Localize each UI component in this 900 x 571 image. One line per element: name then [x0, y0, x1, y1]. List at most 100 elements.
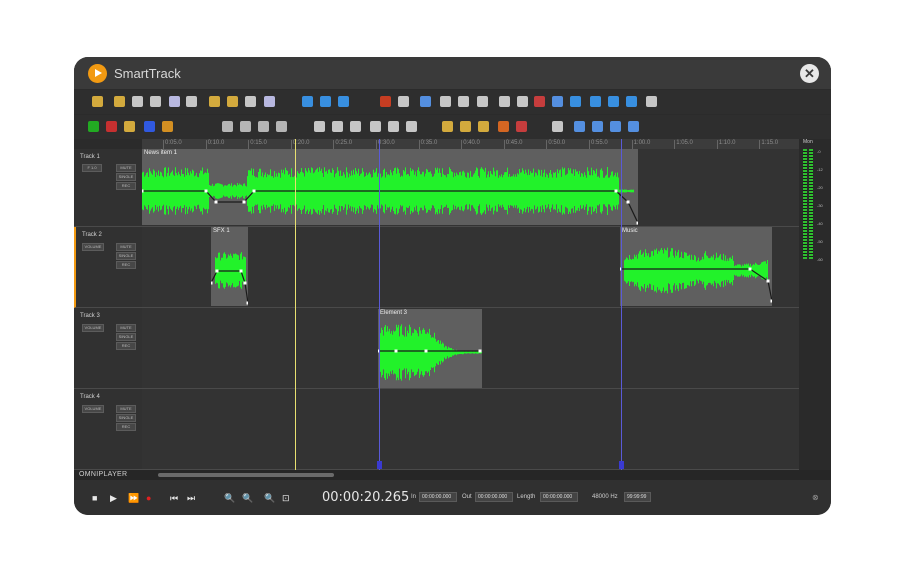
zoom-out-icon[interactable]: 🔍: [242, 493, 253, 503]
toolbar-tool-icon[interactable]: [302, 96, 313, 107]
audio-clip[interactable]: Music: [620, 227, 772, 306]
rec-button[interactable]: REC: [116, 342, 136, 350]
toolbar-tool-icon[interactable]: [314, 121, 325, 132]
toolbar-tool-icon[interactable]: [552, 121, 563, 132]
single-button[interactable]: SINGLE: [116, 414, 136, 422]
toolbar-tool-icon[interactable]: [370, 121, 381, 132]
toolbar-tool-icon[interactable]: [124, 121, 135, 132]
single-button[interactable]: SINGLE: [116, 173, 136, 181]
counter-field[interactable]: 99:99:99: [624, 492, 651, 502]
audio-clip[interactable]: Element 3: [378, 309, 482, 388]
volume-button[interactable]: VOLUME: [82, 243, 104, 251]
mute-button[interactable]: MUTE: [116, 405, 136, 413]
toolbar-tool-icon[interactable]: [420, 96, 431, 107]
toolbar-tool-icon[interactable]: [608, 96, 619, 107]
play-icon[interactable]: ▶: [110, 493, 117, 503]
zoom-in-icon[interactable]: 🔍: [224, 493, 235, 503]
toolbar-tool-icon[interactable]: [388, 121, 399, 132]
toolbar-tool-icon[interactable]: [169, 96, 180, 107]
toolbar-tool-icon[interactable]: [92, 96, 103, 107]
toolbar-tool-icon[interactable]: [442, 121, 453, 132]
toolbar-tool-icon[interactable]: [574, 121, 585, 132]
toolbar-tool-icon[interactable]: [245, 96, 256, 107]
track-lane-3[interactable]: Element 3: [142, 308, 799, 389]
track-header-2[interactable]: Track 2 VOLUME MUTE SINGLE REC: [74, 227, 142, 308]
toolbar-tool-icon[interactable]: [227, 96, 238, 107]
in-field[interactable]: 00:00:00.000: [419, 492, 457, 502]
toolbar-tool-icon[interactable]: [88, 121, 99, 132]
track-lane-4[interactable]: [142, 389, 799, 470]
toolbar-tool-icon[interactable]: [552, 96, 563, 107]
toolbar-tool-icon[interactable]: [222, 121, 233, 132]
toolbar-tool-icon[interactable]: [590, 96, 601, 107]
toolbar-tool-icon[interactable]: [162, 121, 173, 132]
toolbar-tool-icon[interactable]: [498, 121, 509, 132]
toolbar-tool-icon[interactable]: [398, 96, 409, 107]
toolbar-tool-icon[interactable]: [516, 121, 527, 132]
rec-button[interactable]: REC: [116, 182, 136, 190]
scroll-thumb[interactable]: [158, 473, 334, 477]
toolbar-tool-icon[interactable]: [460, 121, 471, 132]
toolbar-tool-icon[interactable]: [186, 96, 197, 107]
toolbar-tool-icon[interactable]: [380, 96, 391, 107]
record-icon[interactable]: ●: [146, 493, 151, 503]
toolbar-tool-icon[interactable]: [626, 96, 637, 107]
toolbar-tool-icon[interactable]: [258, 121, 269, 132]
toolbar-tool-icon[interactable]: [628, 121, 639, 132]
toolbar-tool-icon[interactable]: [592, 121, 603, 132]
toolbar-tool-icon[interactable]: [646, 96, 657, 107]
skip-back-icon[interactable]: ⏮: [170, 493, 178, 503]
toolbar-tool-icon[interactable]: [264, 96, 275, 107]
rec-button[interactable]: REC: [116, 423, 136, 431]
stop-icon[interactable]: ■: [92, 493, 97, 503]
track-lane-1[interactable]: News item 1: [142, 149, 799, 227]
toolbar-tool-icon[interactable]: [499, 96, 510, 107]
toolbar-tool-icon[interactable]: [517, 96, 528, 107]
toolbar-tool-icon[interactable]: [332, 121, 343, 132]
length-field[interactable]: 00:00:00.000: [540, 492, 578, 502]
track-header-3[interactable]: Track 3 VOLUME MUTE SINGLE REC: [74, 308, 142, 389]
toolbar-tool-icon[interactable]: [458, 96, 469, 107]
toolbar-tool-icon[interactable]: [350, 121, 361, 132]
toolbar-tool-icon[interactable]: [534, 96, 545, 107]
horizontal-scrollbar[interactable]: OMNIPLAYER: [74, 470, 831, 480]
volume-button[interactable]: F 1.0: [82, 164, 102, 172]
toolbar-tool-icon[interactable]: [406, 121, 417, 132]
toolbar-tool-icon[interactable]: [570, 96, 581, 107]
zoom-fit-icon[interactable]: 🔍: [264, 493, 275, 503]
close-small-icon[interactable]: ⊗: [812, 493, 819, 503]
mute-button[interactable]: MUTE: [116, 164, 136, 172]
toolbar-tool-icon[interactable]: [276, 121, 287, 132]
toolbar-tool-icon[interactable]: [132, 96, 143, 107]
toolbar-tool-icon[interactable]: [114, 96, 125, 107]
toolbar-tool-icon[interactable]: [338, 96, 349, 107]
toolbar-tool-icon[interactable]: [150, 96, 161, 107]
zoom-all-icon[interactable]: ⊡: [282, 493, 290, 503]
toolbar-tool-icon[interactable]: [477, 96, 488, 107]
toolbar-tool-icon[interactable]: [144, 121, 155, 132]
fast-forward-icon[interactable]: ⏩: [128, 493, 139, 503]
toolbar-tool-icon[interactable]: [106, 121, 117, 132]
toolbar-tool-icon[interactable]: [478, 121, 489, 132]
volume-button[interactable]: VOLUME: [82, 324, 104, 332]
toolbar-tool-icon[interactable]: [440, 96, 451, 107]
close-button[interactable]: ✕: [800, 64, 819, 83]
volume-button[interactable]: VOLUME: [82, 405, 104, 413]
audio-clip[interactable]: News item 1: [142, 149, 638, 225]
skip-forward-icon[interactable]: ⏭: [187, 493, 195, 503]
out-field[interactable]: 00:00:00.000: [475, 492, 513, 502]
track-lane-2[interactable]: SFX 1 Music: [142, 227, 799, 308]
toolbar-tool-icon[interactable]: [209, 96, 220, 107]
mute-button[interactable]: MUTE: [116, 243, 136, 251]
track-header-4[interactable]: Track 4 VOLUME MUTE SINGLE REC: [74, 389, 142, 470]
timeline-ruler[interactable]: 0:05.0 0:10.0 0:15.0 0:20.0 0:25.0 0:30.0 0:35…: [142, 139, 799, 149]
audio-clip[interactable]: SFX 1: [211, 227, 248, 306]
toolbar-tool-icon[interactable]: [320, 96, 331, 107]
single-button[interactable]: SINGLE: [116, 252, 136, 260]
single-button[interactable]: SINGLE: [116, 333, 136, 341]
toolbar-tool-icon[interactable]: [240, 121, 251, 132]
mute-button[interactable]: MUTE: [116, 324, 136, 332]
track-header-1[interactable]: Track 1 F 1.0 MUTE SINGLE REC: [74, 149, 142, 227]
rec-button[interactable]: REC: [116, 261, 136, 269]
toolbar-tool-icon[interactable]: [610, 121, 621, 132]
